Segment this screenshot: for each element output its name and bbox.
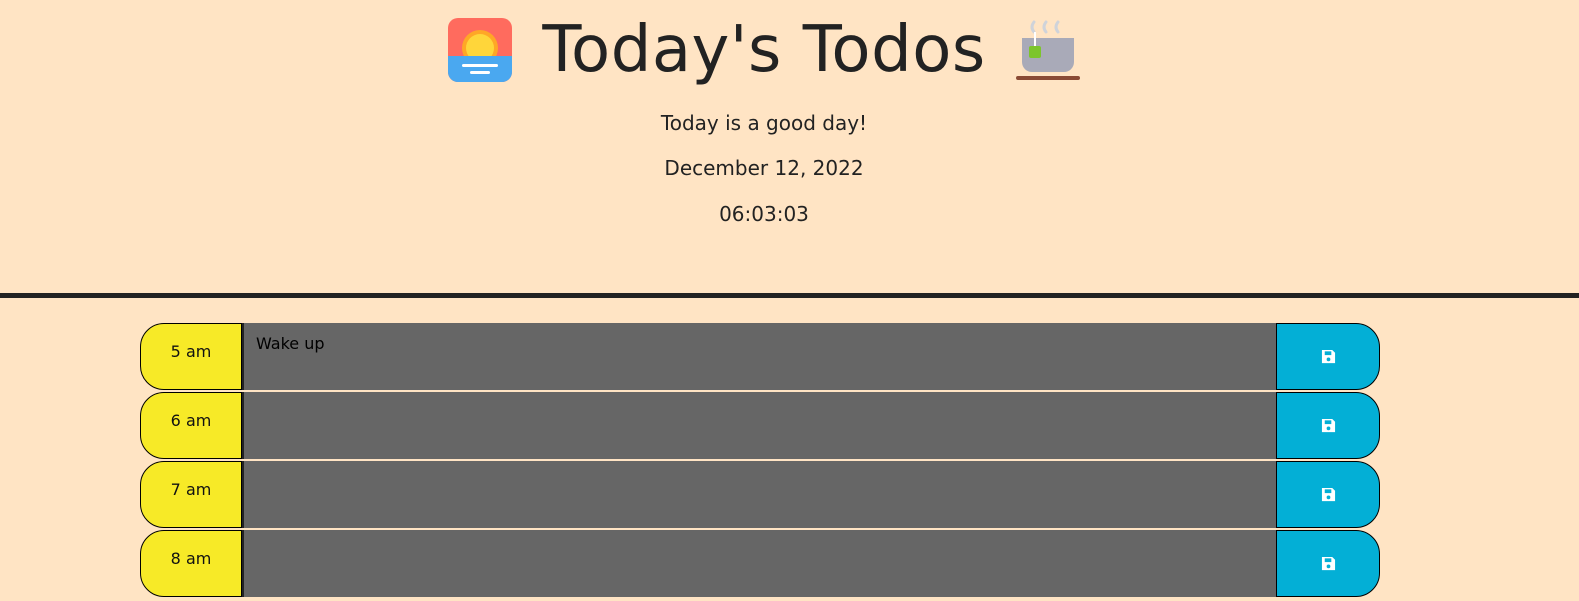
hour-label: 8 am <box>140 530 242 597</box>
title-row: Today's Todos <box>0 18 1528 82</box>
floppy-disk-icon <box>1321 556 1335 571</box>
time-block-row: 8 am <box>140 530 1380 597</box>
time-block-row: 7 am <box>140 461 1380 528</box>
time-block-row: 5 am Wake up <box>140 323 1380 390</box>
floppy-disk-icon <box>1321 418 1335 433</box>
task-input[interactable]: Wake up <box>242 323 1276 390</box>
save-button[interactable] <box>1276 530 1380 597</box>
page-header: Today's Todos Today is a good day! Decem… <box>0 0 1579 293</box>
save-button[interactable] <box>1276 461 1380 528</box>
save-button[interactable] <box>1276 392 1380 459</box>
save-button[interactable] <box>1276 323 1380 390</box>
task-input[interactable] <box>242 461 1276 528</box>
task-input[interactable] <box>242 530 1276 597</box>
hour-label: 7 am <box>140 461 242 528</box>
time-block-row: 6 am <box>140 392 1380 459</box>
page-title: Today's Todos <box>542 13 986 87</box>
header-divider <box>0 293 1579 298</box>
floppy-disk-icon <box>1321 487 1335 502</box>
current-time: 06:03:03 <box>719 202 809 226</box>
hour-label: 6 am <box>140 392 242 459</box>
task-input[interactable] <box>242 392 1276 459</box>
floppy-disk-icon <box>1321 349 1335 364</box>
sunrise-icon <box>448 18 513 82</box>
tea-cup-icon <box>1015 20 1080 80</box>
hour-label: 5 am <box>140 323 242 390</box>
schedule-list: 5 am Wake up 6 am 7 am 8 am <box>140 323 1380 599</box>
tagline: Today is a good day! <box>660 111 868 135</box>
current-date: December 12, 2022 <box>664 156 864 180</box>
